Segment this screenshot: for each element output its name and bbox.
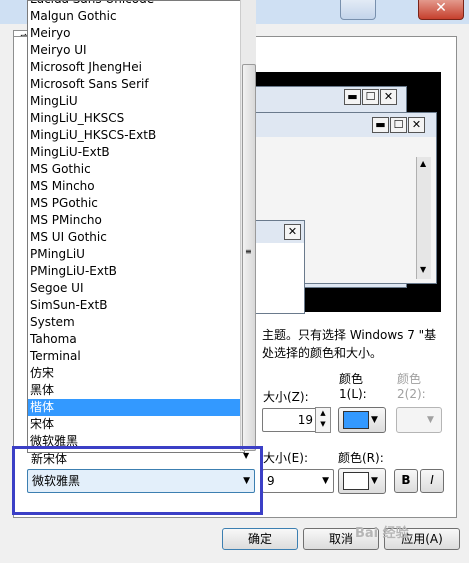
font-size-select[interactable]: 9 ▼: [262, 469, 334, 493]
item-size-spinner[interactable]: 19: [262, 408, 318, 432]
font-dropdown-list[interactable]: Lucida Sans UnicodeMalgun GothicMeiryoMe…: [27, 0, 245, 453]
close-icon: ✕: [408, 117, 425, 133]
font-list-item[interactable]: PMingLiU: [28, 246, 244, 263]
grip-icon: ≡: [245, 247, 252, 256]
ok-button[interactable]: 确定: [222, 528, 298, 550]
chevron-down-icon: ▼: [371, 476, 378, 486]
font-list-item[interactable]: Lucida Sans Unicode: [28, 1, 244, 8]
font-list-item[interactable]: MingLiU_HKSCS-ExtB: [28, 127, 244, 144]
color2-label: 颜色: [397, 372, 422, 386]
preview-scrollbar: ▲ ▼: [416, 157, 431, 279]
font-list-item[interactable]: MS Gothic: [28, 161, 244, 178]
chevron-down-icon: ▼: [320, 420, 326, 428]
title-bar-button[interactable]: [340, 0, 376, 20]
close-icon: ✕: [380, 89, 397, 105]
color1-sub-label: 1(L):: [339, 387, 367, 401]
watermark: Bai 经验: [355, 526, 409, 541]
font-list-item[interactable]: Segoe UI: [28, 280, 244, 297]
font-list-item[interactable]: MS Mincho: [28, 178, 244, 195]
font-list-item[interactable]: MS PGothic: [28, 195, 244, 212]
window-close-button[interactable]: ✕: [418, 0, 464, 20]
font-list-item[interactable]: Microsoft Sans Serif: [28, 76, 244, 93]
italic-button[interactable]: I: [420, 469, 444, 493]
color1-label: 颜色: [339, 372, 364, 386]
chevron-up-icon: ▲: [320, 409, 326, 417]
font-size-label: 大小(E):: [263, 451, 308, 465]
font-list-item[interactable]: Meiryo: [28, 25, 244, 42]
font-color-picker[interactable]: ▼: [338, 468, 386, 494]
color1-picker[interactable]: ▼: [338, 407, 386, 433]
scroll-down-icon: ▼: [420, 265, 427, 274]
font-list-item[interactable]: 仿宋: [28, 365, 244, 382]
font-list-item[interactable]: 楷体: [28, 399, 244, 416]
font-list-item[interactable]: Meiryo UI: [28, 42, 244, 59]
font-list-item[interactable]: MingLiU-ExtB: [28, 144, 244, 161]
color2-sub-label: 2(2):: [397, 387, 426, 401]
font-color-swatch: [343, 472, 369, 490]
color2-picker: ▼: [396, 407, 442, 433]
description-text: 主题。只有选择 Windows 7 "基 处选择的颜色和大小。: [262, 328, 437, 360]
maximize-icon: ☐: [390, 117, 407, 133]
item-size-stepper[interactable]: ▲ ▼: [315, 407, 331, 433]
minimize-icon: ▬: [372, 117, 389, 133]
font-list-item[interactable]: MS UI Gothic: [28, 229, 244, 246]
font-list-item[interactable]: PMingLiU-ExtB: [28, 263, 244, 280]
font-list-item[interactable]: MS PMincho: [28, 212, 244, 229]
font-list-item[interactable]: System: [28, 314, 244, 331]
font-list-item[interactable]: Microsoft JhengHei: [28, 59, 244, 76]
chevron-down-icon: ▼: [371, 415, 378, 425]
font-list-item[interactable]: Terminal: [28, 348, 244, 365]
bold-button[interactable]: B: [394, 469, 418, 493]
chevron-down-icon: ▼: [322, 476, 329, 486]
close-icon: ✕: [435, 0, 447, 16]
close-icon: ✕: [284, 224, 301, 240]
maximize-icon: ☐: [362, 89, 379, 105]
font-list-item[interactable]: SimSun-ExtB: [28, 297, 244, 314]
preview-area: ▬ ☐ ✕ ✕ ▬ ☐ ✕ ▲ ▼ ✕: [255, 72, 441, 314]
font-list-item[interactable]: MingLiU_HKSCS: [28, 110, 244, 127]
minimize-icon: ▬: [344, 89, 361, 105]
scroll-up-icon: ▲: [420, 159, 427, 168]
font-list-item[interactable]: MingLiU: [28, 93, 244, 110]
font-list-item[interactable]: 黑体: [28, 382, 244, 399]
font-list-scrollbar-thumb[interactable]: ≡: [242, 64, 256, 451]
font-color-label: 颜色(R):: [338, 451, 384, 465]
font-list-item[interactable]: Tahoma: [28, 331, 244, 348]
preview-window-3: ✕: [255, 220, 305, 314]
annotation-highlight-box: [12, 446, 263, 515]
color1-swatch: [343, 411, 369, 429]
font-list-item[interactable]: Malgun Gothic: [28, 8, 244, 25]
chevron-down-icon: ▼: [427, 415, 434, 425]
font-list-item[interactable]: 宋体: [28, 416, 244, 433]
item-size-label: 大小(Z):: [263, 390, 309, 404]
